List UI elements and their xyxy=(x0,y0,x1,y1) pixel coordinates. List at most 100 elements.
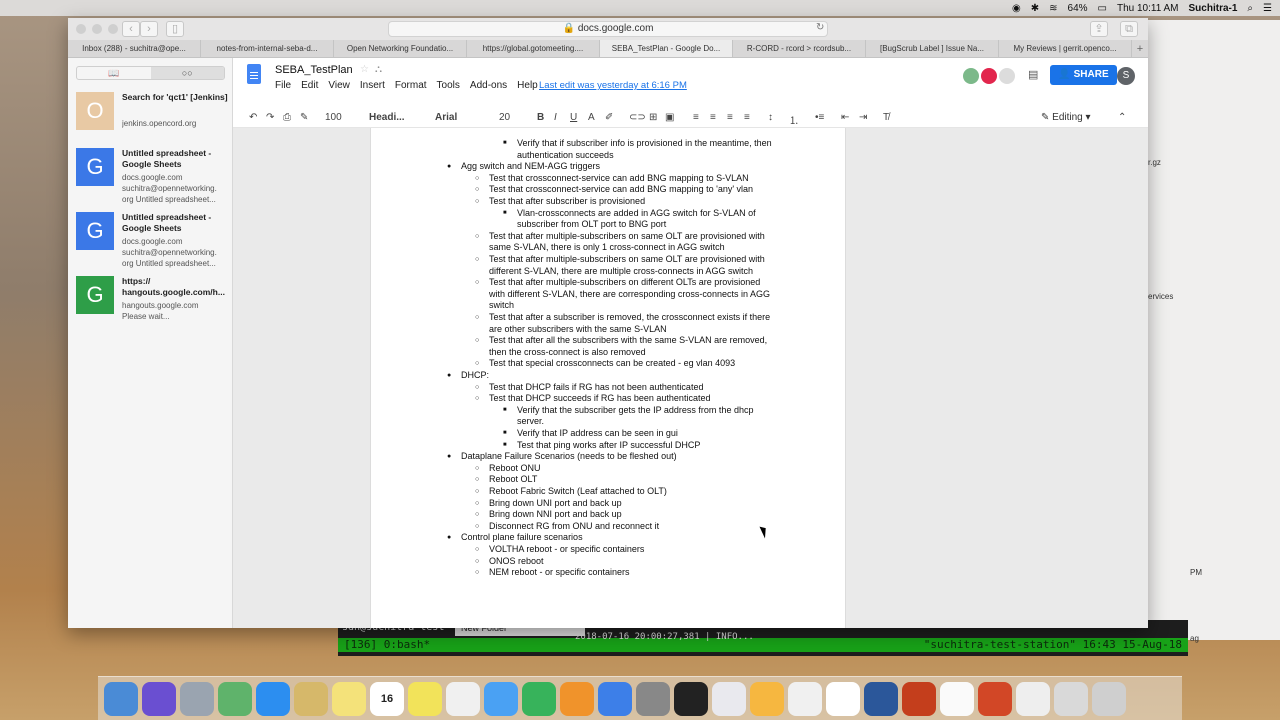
battery-percent[interactable]: 64% xyxy=(1068,3,1088,14)
text-color-icon[interactable]: A xyxy=(588,112,595,123)
browser-tab[interactable]: Inbox (288) - suchitra@ope... xyxy=(68,40,201,57)
chrome-icon[interactable] xyxy=(826,681,860,716)
messages-icon[interactable] xyxy=(484,681,518,716)
trash-icon[interactable] xyxy=(1092,681,1126,716)
account-avatar[interactable]: S xyxy=(1117,67,1135,85)
document-line[interactable]: same S-VLAN, there is only 1 cross-conne… xyxy=(489,242,725,253)
avatar[interactable] xyxy=(963,68,979,84)
font-size-select[interactable]: 20 xyxy=(499,112,510,123)
menu-format[interactable]: Format xyxy=(395,80,427,91)
bulleted-list-icon[interactable]: •≡ xyxy=(815,112,824,123)
safari-icon[interactable] xyxy=(256,681,290,716)
last-edit-link[interactable]: Last edit was yesterday at 6:16 PM xyxy=(539,80,687,91)
reading-list-item[interactable]: G Untitled spreadsheet - Google Sheets d… xyxy=(76,212,231,272)
word-icon[interactable] xyxy=(864,681,898,716)
justify-icon[interactable]: ≡ xyxy=(744,112,750,123)
zoom-select[interactable]: 100 xyxy=(325,112,342,123)
notes-icon[interactable] xyxy=(332,681,366,716)
forward-button[interactable]: › xyxy=(140,21,158,37)
link-icon[interactable]: ⊂⊃ xyxy=(629,112,646,123)
share-button[interactable]: 👤 SHARE xyxy=(1050,65,1117,85)
align-left-icon[interactable]: ≡ xyxy=(693,112,699,123)
line-spacing-icon[interactable]: ↕ xyxy=(768,112,773,123)
menu-tools[interactable]: Tools xyxy=(437,80,460,91)
move-folder-icon[interactable]: ⛬ xyxy=(375,64,382,75)
document-line[interactable]: Vlan-crossconnects are added in AGG swit… xyxy=(517,208,756,219)
document-line[interactable]: Reboot ONU xyxy=(489,463,541,474)
browser-tab[interactable]: https://global.gotomeeting.... xyxy=(467,40,600,57)
document-line[interactable]: Test that after multiple-subscribers on … xyxy=(489,231,765,242)
document-page[interactable]: ■ Verify that if subscriber info is provi… xyxy=(370,128,846,628)
reading-list-item[interactable]: G https:// hangouts.google.com/h... hang… xyxy=(76,276,231,336)
browser-tab[interactable]: Open Networking Foundatio... xyxy=(334,40,467,57)
editing-mode-button[interactable]: ✎ Editing ▾ xyxy=(1041,112,1091,123)
reading-list-item[interactable]: G Untitled spreadsheet - Google Sheets d… xyxy=(76,148,231,208)
document-line[interactable]: Agg switch and NEM-AGG triggers xyxy=(461,161,600,172)
document-line[interactable]: DHCP: xyxy=(461,370,489,381)
calendar-icon[interactable]: 16 xyxy=(370,681,404,716)
textedit-icon[interactable] xyxy=(940,681,974,716)
preview-icon[interactable] xyxy=(294,681,328,716)
comments-icon[interactable]: ▤ xyxy=(1028,68,1038,81)
document-line[interactable]: Dataplane Failure Scenarios (needs to be… xyxy=(461,451,677,462)
sidebar-toggle-icon[interactable]: ▯ xyxy=(166,21,184,37)
wifi-icon[interactable]: ≋ xyxy=(1049,3,1057,14)
numbered-list-icon[interactable]: ⒈ xyxy=(789,112,799,127)
user-name[interactable]: Suchitra-1 xyxy=(1189,3,1238,14)
clock[interactable]: Thu 10:11 AM xyxy=(1117,3,1179,14)
spotlight-icon[interactable]: ⌕ xyxy=(1247,3,1253,14)
document-line[interactable]: Test that DHCP succeeds if RG has been a… xyxy=(489,393,710,404)
document-line[interactable]: with different S-VLAN, there are corresp… xyxy=(489,289,770,300)
menu-help[interactable]: Help xyxy=(517,80,538,91)
menu-file[interactable]: File xyxy=(275,80,291,91)
browser-tab-active[interactable]: SEBA_TestPlan - Google Do... xyxy=(600,40,733,57)
menu-insert[interactable]: Insert xyxy=(360,80,385,91)
avatar[interactable] xyxy=(981,68,997,84)
menu-addons[interactable]: Add-ons xyxy=(470,80,507,91)
sketch-icon[interactable] xyxy=(750,681,784,716)
document-line[interactable]: then the cross-connect is also removed xyxy=(489,347,646,358)
document-line[interactable]: Verify that the subscriber gets the IP a… xyxy=(517,405,753,416)
document-line[interactable]: Test that ping works after IP successful… xyxy=(517,440,700,451)
notification-icon[interactable]: ◉ xyxy=(1012,3,1021,14)
reload-icon[interactable]: ↻ xyxy=(816,22,824,33)
style-select[interactable]: Headi... xyxy=(369,112,405,123)
document-line[interactable]: Bring down UNI port and back up xyxy=(489,498,622,509)
star-icon[interactable]: ☆ xyxy=(360,64,369,75)
document-line[interactable]: authentication succeeds xyxy=(517,150,614,161)
document-line[interactable]: Test that after multiple-subscribers on … xyxy=(489,254,765,265)
bluetooth-icon[interactable]: ✱ xyxy=(1031,3,1039,14)
document-line[interactable]: NEM reboot - or specific containers xyxy=(489,567,630,578)
browser-tab[interactable]: [BugScrub Label ] Issue Na... xyxy=(866,40,999,57)
bold-icon[interactable]: B xyxy=(537,112,544,123)
document-line[interactable]: Test that after multiple-subscribers on … xyxy=(489,277,760,288)
document-line[interactable]: Test that crossconnect-service can add B… xyxy=(489,173,749,184)
slack-icon[interactable] xyxy=(788,681,822,716)
close-button[interactable] xyxy=(76,24,86,34)
launchpad-icon[interactable] xyxy=(180,681,214,716)
facetime-icon[interactable] xyxy=(522,681,556,716)
tabs-overview-icon[interactable]: ⧉ xyxy=(1120,21,1138,37)
finder-icon[interactable] xyxy=(104,681,138,716)
browser-tab[interactable]: R-CORD - rcord > rcordsub... xyxy=(733,40,866,57)
back-button[interactable]: ‹ xyxy=(122,21,140,37)
image-icon[interactable]: ▣ xyxy=(665,112,674,123)
sysprefs-icon[interactable] xyxy=(636,681,670,716)
increase-indent-icon[interactable]: ⇥ xyxy=(859,112,867,123)
share-icon[interactable]: ⇪ xyxy=(1090,21,1108,37)
siri-icon[interactable] xyxy=(142,681,176,716)
reading-list-item[interactable]: O Search for 'qct1' [Jenkins] jenkins.op… xyxy=(76,92,231,152)
document-line[interactable]: VOLTHA reboot - or specific containers xyxy=(489,544,644,555)
document-line[interactable]: ONOS reboot xyxy=(489,556,544,567)
clear-format-icon[interactable]: T̸ xyxy=(883,112,889,123)
document-line[interactable]: subscriber from OLT port to BNG port xyxy=(517,219,666,230)
docs-logo-icon[interactable] xyxy=(247,64,261,84)
italic-icon[interactable]: I xyxy=(554,112,557,123)
document-line[interactable]: Verify that if subscriber info is provis… xyxy=(517,138,772,149)
stickies-icon[interactable] xyxy=(408,681,442,716)
minimize-button[interactable] xyxy=(92,24,102,34)
menu-edit[interactable]: Edit xyxy=(301,80,318,91)
battery-icon[interactable]: ▭ xyxy=(1098,3,1107,14)
document-title[interactable]: SEBA_TestPlan xyxy=(275,64,353,76)
align-center-icon[interactable]: ≡ xyxy=(710,112,716,123)
